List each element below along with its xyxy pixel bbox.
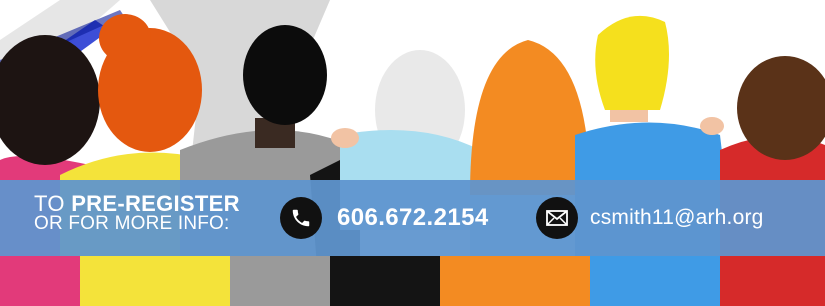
- person-hair: [595, 15, 669, 110]
- lower-shirt-segment: [230, 256, 330, 306]
- lower-shirt-segment: [590, 256, 720, 306]
- group-of-people-illustration: [0, 0, 825, 306]
- cta-line-2: OR FOR MORE INFO:: [34, 213, 230, 234]
- lower-shirt-segment: [0, 256, 80, 306]
- email-address: csmith11@arh.org: [590, 206, 764, 229]
- phone-icon: [280, 197, 322, 239]
- lower-shirt-segment: [330, 256, 440, 306]
- lower-shirt-segment: [80, 256, 230, 306]
- person-hand: [331, 128, 359, 148]
- person-hair: [243, 25, 327, 125]
- contact-banner: TO PRE-REGISTER OR FOR MORE INFO: 606.67…: [0, 180, 825, 256]
- email-contact[interactable]: csmith11@arh.org: [536, 197, 764, 239]
- person-hand: [700, 117, 724, 135]
- lower-shirt-segment: [440, 256, 590, 306]
- envelope-icon: [536, 197, 578, 239]
- pre-register-callout: TO PRE-REGISTER OR FOR MORE INFO:: [34, 193, 240, 234]
- lower-shirt-segment: [720, 256, 825, 306]
- person-hair-bun: [99, 14, 151, 62]
- promo-graphic: TO PRE-REGISTER OR FOR MORE INFO: 606.67…: [0, 0, 825, 306]
- phone-number: 606.672.2154: [337, 204, 489, 231]
- phone-contact[interactable]: 606.672.2154: [280, 197, 489, 239]
